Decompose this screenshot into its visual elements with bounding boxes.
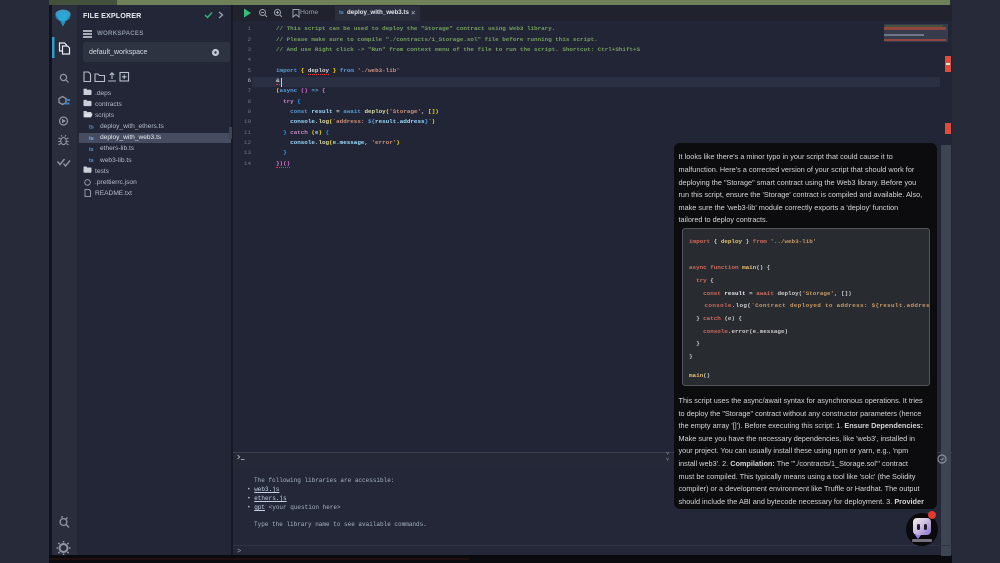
svg-text:ts: ts [89, 147, 94, 153]
svg-text:ts: ts [89, 125, 94, 131]
svg-text:ts: ts [89, 158, 94, 164]
svg-text:ts: ts [89, 136, 94, 142]
